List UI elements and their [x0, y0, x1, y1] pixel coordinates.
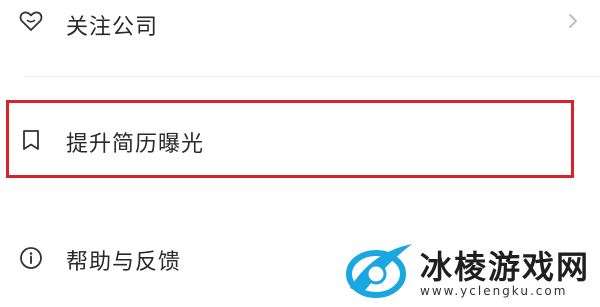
heart-icon: [18, 8, 44, 34]
menu-item-follow-company[interactable]: 关注公司: [0, 0, 600, 44]
chevron-right-icon: [566, 12, 580, 30]
menu-item-boost-resume-exposure[interactable]: 提升简历曝光: [0, 100, 600, 180]
bookmark-icon: [18, 127, 44, 153]
menu-item-label: 关注公司: [66, 15, 159, 40]
settings-page: 关注公司 提升简历曝光 帮助与反馈 冰棱游戏网 www.yclengku.com: [0, 0, 600, 307]
site-watermark: 冰棱游戏网 www.yclengku.com: [340, 238, 600, 307]
divider: [24, 76, 600, 77]
info-icon: [18, 245, 44, 271]
watermark-url: www.yclengku.com: [420, 284, 568, 298]
menu-item-label: 提升简历曝光: [66, 132, 205, 157]
watermark-logo-icon: [342, 238, 416, 302]
menu-item-label: 帮助与反馈: [66, 250, 182, 275]
watermark-title: 冰棱游戏网: [420, 248, 591, 286]
